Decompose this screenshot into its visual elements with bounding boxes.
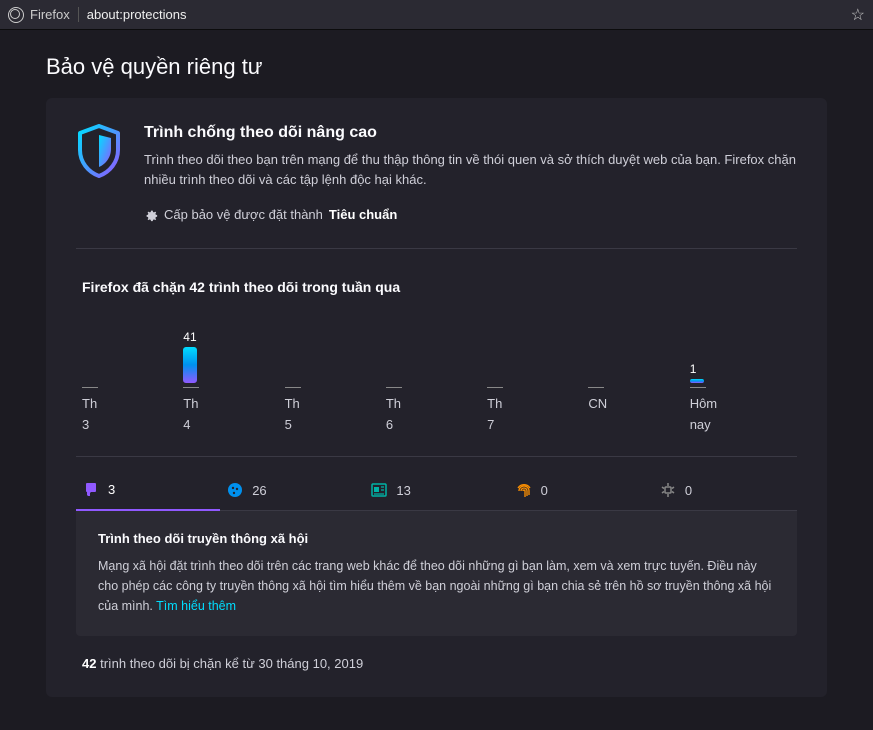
bar <box>690 379 704 383</box>
cryptominer-icon <box>659 481 677 499</box>
tab-count: 3 <box>108 482 115 497</box>
url-text[interactable]: about:protections <box>79 7 851 22</box>
panel-body: Mạng xã hội đặt trình theo dõi trên các … <box>98 556 775 616</box>
hero-section: Trình chống theo dõi nâng cao Trình theo… <box>76 124 797 249</box>
tab-fingerprint[interactable]: 0 <box>509 471 653 510</box>
tracker-tabs: 3 26 13 0 0 <box>76 457 797 511</box>
protection-level[interactable]: Cấp bảo vệ được đặt thành Tiêu chuẩn <box>144 207 797 222</box>
day-label: Th7 <box>487 394 588 436</box>
hero-description: Trình theo dõi theo bạn trên mạng để thu… <box>144 150 797 189</box>
chart-column[interactable]: CN <box>588 329 689 436</box>
chart-column[interactable]: Th5 <box>285 329 386 436</box>
day-label: Th5 <box>285 394 386 436</box>
day-label: Th6 <box>386 394 487 436</box>
firefox-icon <box>8 7 24 23</box>
bar-value: 41 <box>183 330 196 344</box>
chart-column[interactable]: 1 Hômnay <box>690 329 791 436</box>
tab-content[interactable]: 13 <box>364 471 508 510</box>
identity-label: Firefox <box>30 7 79 22</box>
day-label: Th4 <box>183 394 284 436</box>
tab-social[interactable]: 3 <box>76 471 220 511</box>
total-blocked: 42 trình theo dõi bị chặn kể từ 30 tháng… <box>76 636 797 671</box>
total-text: trình theo dõi bị chặn kể từ 30 tháng 10… <box>96 656 363 671</box>
hero-body: Trình chống theo dõi nâng cao Trình theo… <box>144 124 797 222</box>
content-icon <box>370 481 388 499</box>
tab-count: 0 <box>685 483 692 498</box>
weekly-chart: Th3 41 Th4Th5Th6Th7CN 1 Hômnay <box>76 329 797 457</box>
tab-count: 26 <box>252 483 266 498</box>
hero-heading: Trình chống theo dõi nâng cao <box>144 124 797 142</box>
tab-count: 0 <box>541 483 548 498</box>
shield-icon <box>76 124 122 178</box>
chart-column[interactable]: Th7 <box>487 329 588 436</box>
tracker-detail-panel: Trình theo dõi truyền thông xã hội Mạng … <box>76 511 797 636</box>
page-content: Bảo vệ quyền riêng tư Trình chống theo d… <box>0 30 873 721</box>
day-label: CN <box>588 394 689 415</box>
chart-column[interactable]: 41 Th4 <box>183 329 284 436</box>
fingerprint-icon <box>515 481 533 499</box>
address-bar: Firefox about:protections ☆ <box>0 0 873 30</box>
page-title: Bảo vệ quyền riêng tư <box>46 54 827 80</box>
protections-card: Trình chống theo dõi nâng cao Trình theo… <box>46 98 827 697</box>
social-icon <box>82 481 100 499</box>
tab-count: 13 <box>396 483 410 498</box>
total-count: 42 <box>82 656 96 671</box>
bar <box>183 347 197 383</box>
bar-value: 1 <box>690 362 697 376</box>
learn-more-link[interactable]: Tìm hiểu thêm <box>156 599 236 613</box>
chart-column[interactable]: Th3 <box>82 329 183 436</box>
panel-heading: Trình theo dõi truyền thông xã hội <box>98 531 775 546</box>
day-label: Th3 <box>82 394 183 436</box>
tab-cryptominer[interactable]: 0 <box>653 471 797 510</box>
bookmark-star-icon[interactable]: ☆ <box>851 5 865 25</box>
gear-icon <box>144 208 158 222</box>
chart-column[interactable]: Th6 <box>386 329 487 436</box>
level-prefix: Cấp bảo vệ được đặt thành <box>164 207 323 222</box>
week-section: Firefox đã chặn 42 trình theo dõi trong … <box>76 249 797 671</box>
tab-cookie[interactable]: 26 <box>220 471 364 510</box>
level-value: Tiêu chuẩn <box>329 207 397 222</box>
day-label: Hômnay <box>690 394 791 436</box>
cookie-icon <box>226 481 244 499</box>
week-summary: Firefox đã chặn 42 trình theo dõi trong … <box>76 279 797 295</box>
